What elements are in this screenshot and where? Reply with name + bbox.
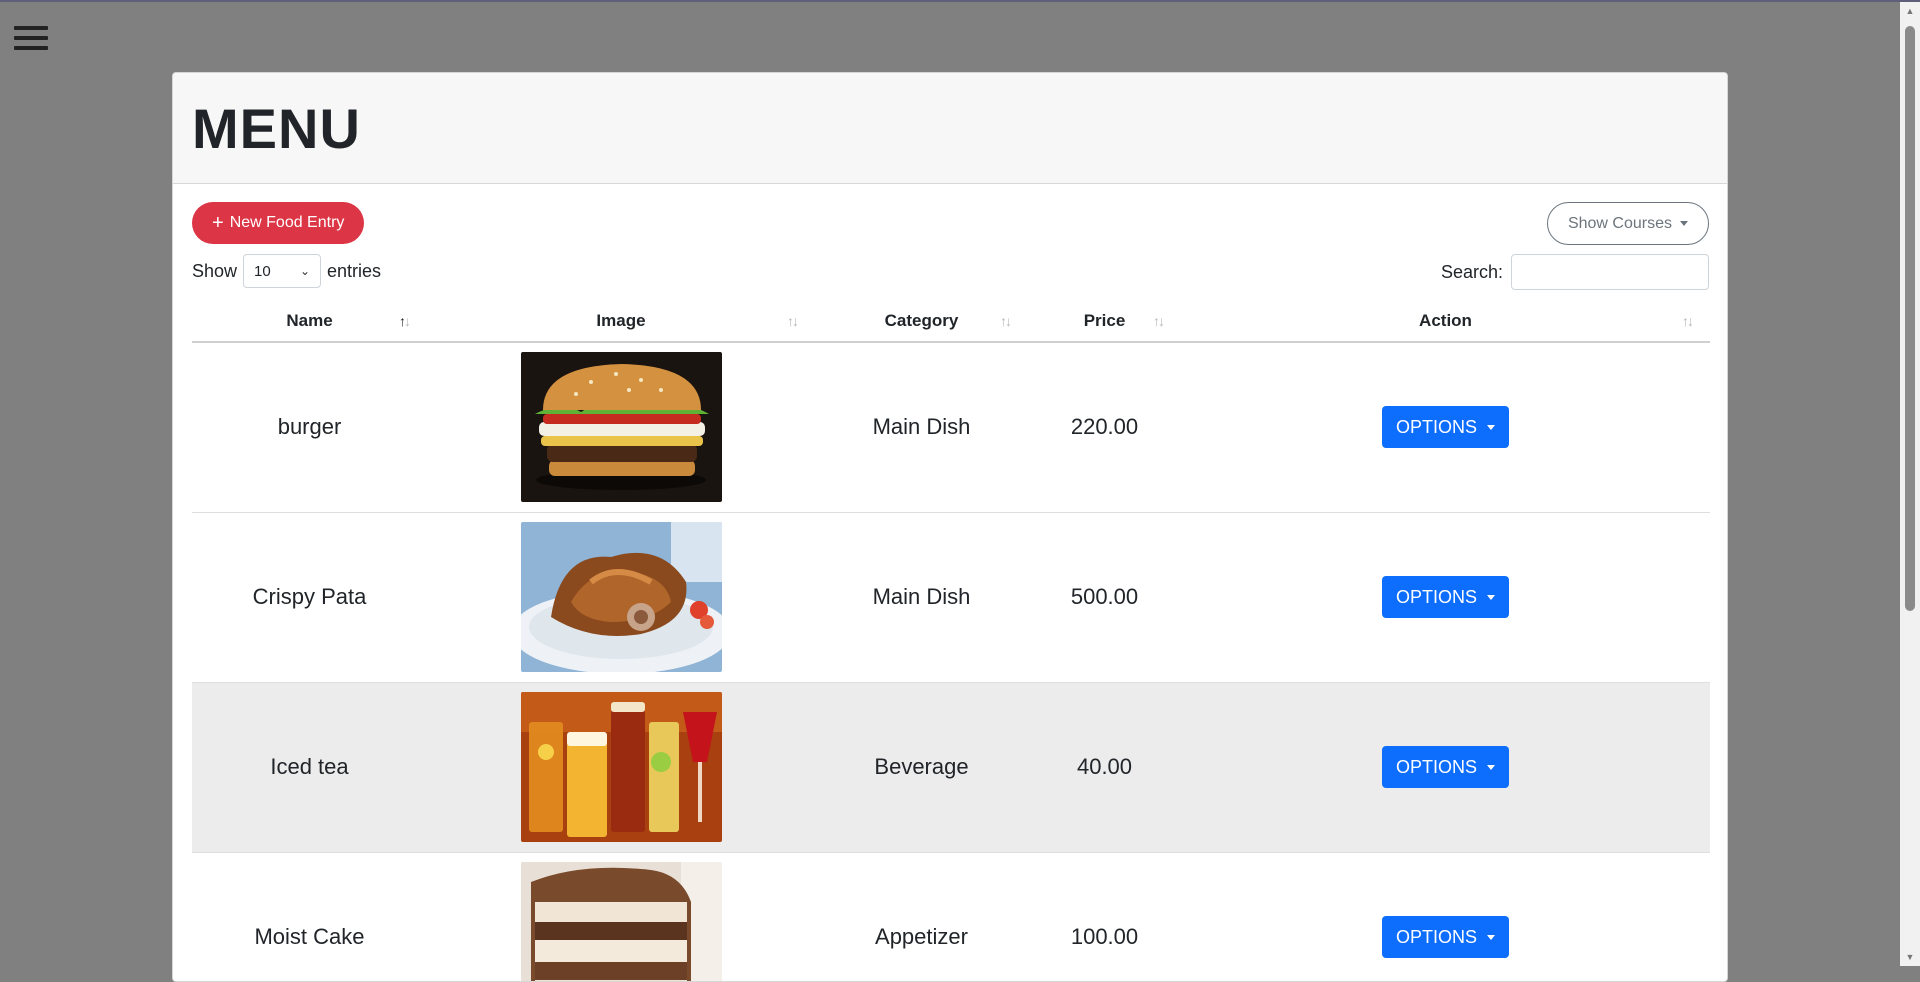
cell-image — [427, 342, 815, 513]
menu-card: MENU + New Food Entry Show Courses Show … — [172, 72, 1728, 982]
food-image-iced-tea — [520, 692, 722, 842]
cell-category: Appetizer — [815, 852, 1028, 981]
table-header-row: Name ↑↓ Image ↑↓ Category ↑↓ Price ↑↓ Ac… — [192, 301, 1710, 343]
scroll-thumb[interactable] — [1905, 26, 1915, 611]
options-button[interactable]: OPTIONS — [1381, 406, 1509, 449]
caret-down-icon — [1680, 221, 1688, 226]
sort-icon[interactable]: ↑↓ — [1153, 313, 1165, 329]
column-header-price[interactable]: Price ↑↓ — [1028, 301, 1181, 343]
caret-down-icon — [1487, 424, 1495, 430]
cell-image — [427, 682, 815, 853]
cell-price: 220.00 — [1028, 342, 1181, 513]
sort-icon[interactable]: ↑↓ — [1000, 313, 1012, 329]
caret-down-icon — [1487, 764, 1495, 770]
column-header-action[interactable]: Action ↑↓ — [1181, 301, 1710, 343]
cell-category: Main Dish — [815, 342, 1028, 513]
cell-action: OPTIONS — [1181, 512, 1710, 683]
column-header-name[interactable]: Name ↑↓ — [192, 301, 427, 343]
caret-down-icon — [1487, 934, 1495, 940]
cell-action: OPTIONS — [1181, 682, 1710, 853]
column-header-image[interactable]: Image ↑↓ — [427, 301, 815, 343]
cell-name: Moist Cake — [192, 852, 427, 981]
table-row: Iced tea Beverage 40.00 OPTIONS — [192, 682, 1710, 853]
scroll-down-arrow-icon[interactable]: ▼ — [1900, 948, 1920, 966]
show-courses-dropdown[interactable]: Show Courses — [1546, 202, 1709, 245]
cell-price: 500.00 — [1028, 512, 1181, 683]
cell-name: Crispy Pata — [192, 512, 427, 683]
search-label: Search: — [1440, 261, 1503, 282]
cell-category: Main Dish — [815, 512, 1028, 683]
cell-name: Iced tea — [192, 682, 427, 853]
options-button[interactable]: OPTIONS — [1381, 576, 1509, 618]
cell-image — [427, 852, 815, 981]
cell-category: Beverage — [815, 682, 1028, 853]
options-button[interactable]: OPTIONS — [1381, 916, 1509, 958]
entries-length-control: Show 10 ⌄ entries — [192, 254, 381, 288]
cell-price: 100.00 — [1028, 852, 1181, 981]
entries-select[interactable]: 10 ⌄ — [243, 254, 322, 288]
cell-action: OPTIONS — [1181, 852, 1710, 981]
caret-down-icon — [1487, 594, 1495, 600]
column-header-category[interactable]: Category ↑↓ — [815, 301, 1028, 343]
entries-label: entries — [327, 260, 382, 281]
table-row: burger Main Dish 220.00 OPTIONS — [192, 342, 1710, 513]
search-control: Search: — [1441, 254, 1709, 290]
page-title: MENU — [192, 97, 361, 160]
menu-table: Name ↑↓ Image ↑↓ Category ↑↓ Price ↑↓ Ac… — [192, 301, 1710, 981]
food-image-moist-cake — [520, 862, 722, 981]
food-image-crispy-pata — [520, 522, 722, 672]
sort-icon[interactable]: ↑↓ — [787, 313, 799, 329]
sort-icon[interactable]: ↑↓ — [399, 313, 411, 329]
search-input[interactable] — [1511, 254, 1709, 290]
sort-icon[interactable]: ↑↓ — [1682, 313, 1694, 329]
card-header: MENU — [173, 73, 1727, 184]
cell-name: burger — [192, 342, 427, 513]
entries-select-value: 10 — [254, 262, 271, 280]
cell-price: 40.00 — [1028, 682, 1181, 853]
cell-action: OPTIONS — [1181, 342, 1710, 513]
table-row: Moist Cake Appetizer 100.00 OPTIONS — [192, 852, 1710, 981]
new-food-entry-label: New Food Entry — [229, 214, 345, 231]
plus-icon: + — [212, 212, 224, 234]
chevron-down-icon: ⌄ — [299, 264, 311, 278]
hamburger-menu-icon[interactable] — [14, 26, 48, 52]
food-image-burger — [520, 352, 722, 503]
new-food-entry-button[interactable]: + New Food Entry — [192, 202, 365, 244]
top-border — [0, 0, 1920, 2]
options-button[interactable]: OPTIONS — [1381, 746, 1509, 788]
show-courses-label: Show Courses — [1567, 214, 1672, 232]
scroll-up-arrow-icon[interactable]: ▲ — [1900, 2, 1920, 20]
page-scrollbar[interactable]: ▲ ▼ — [1900, 2, 1920, 966]
cell-image — [427, 512, 815, 683]
show-label: Show — [192, 260, 238, 281]
table-row: Crispy Pata Main Dish 500.00 OPTIONS — [192, 512, 1710, 683]
